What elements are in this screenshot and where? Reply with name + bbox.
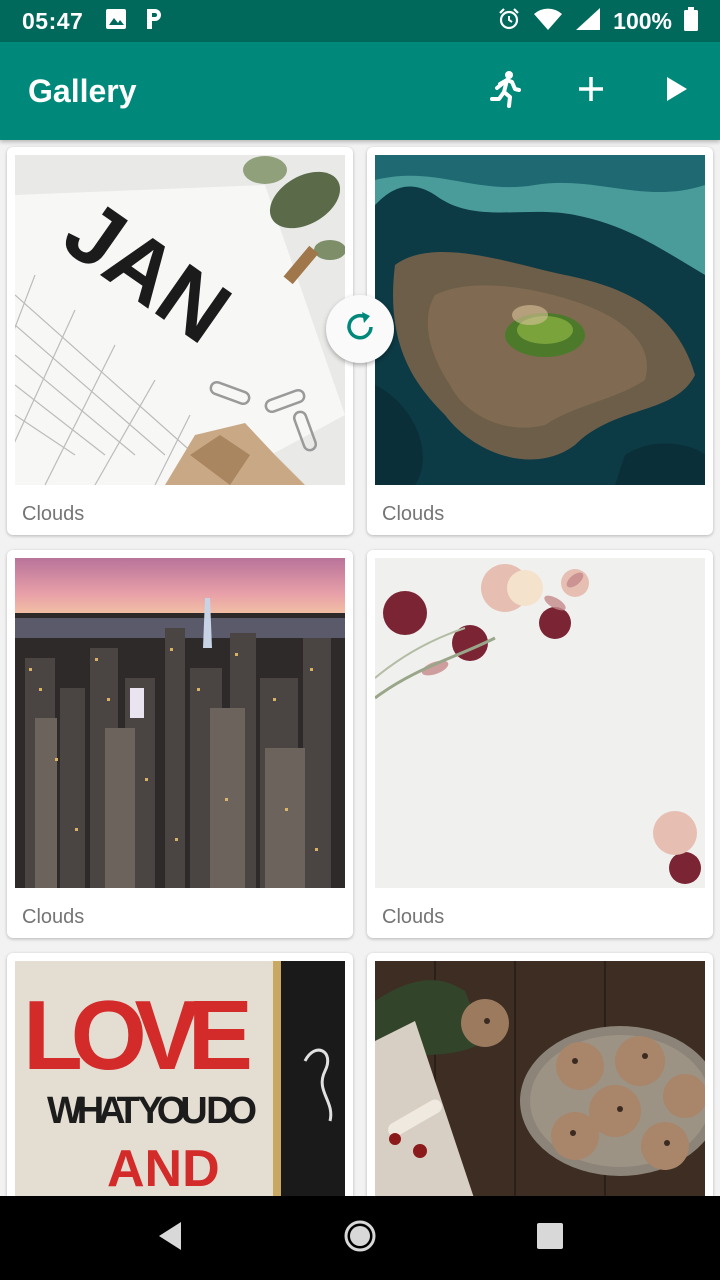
image-icon — [105, 8, 127, 35]
recents-button[interactable] — [520, 1208, 580, 1268]
gallery-card[interactable]: JAN Clouds — [7, 147, 353, 535]
status-time: 05:47 — [22, 7, 84, 34]
love-sign-photo: LOVE WHAT YOU DO AND — [15, 961, 345, 1196]
sign-line-and: AND — [107, 1140, 220, 1196]
status-bar: 05:47 100% — [0, 0, 720, 42]
battery-percent: 100% — [613, 7, 672, 34]
recents-icon — [536, 1222, 564, 1255]
home-button[interactable] — [330, 1208, 390, 1268]
calendar-jan-photo: JAN — [15, 155, 345, 485]
wifi-icon — [533, 7, 563, 36]
signal-icon — [575, 7, 601, 36]
refresh-icon — [342, 309, 378, 350]
back-button[interactable] — [140, 1208, 200, 1268]
gallery-card[interactable]: Clouds — [7, 550, 353, 938]
run-button[interactable] — [462, 42, 548, 140]
cookies-photo — [375, 961, 705, 1196]
page-title: Gallery — [28, 72, 137, 109]
navigation-bar — [0, 1196, 720, 1280]
flowers-photo — [375, 558, 705, 888]
play-icon — [665, 76, 689, 107]
parking-icon — [145, 8, 163, 35]
alarm-icon — [497, 7, 521, 36]
refresh-indicator — [326, 295, 394, 363]
sign-line-love: LOVE — [23, 980, 253, 1090]
gallery-grid: JAN Clouds Clouds Clouds Clouds LOVE WHA… — [0, 140, 720, 1196]
city-skyline-photo — [15, 558, 345, 888]
add-button[interactable] — [548, 42, 634, 140]
aerial-island-photo — [375, 155, 705, 485]
back-icon — [157, 1221, 183, 1256]
run-icon — [488, 70, 522, 113]
play-button[interactable] — [634, 42, 720, 140]
sign-line-what: WHAT YOU DO — [47, 1090, 257, 1132]
card-caption: Clouds — [382, 503, 445, 525]
home-icon — [343, 1219, 377, 1258]
gallery-card[interactable]: LOVE WHAT YOU DO AND — [7, 953, 353, 1196]
gallery-card[interactable]: Clouds — [367, 147, 713, 535]
app-bar: Gallery — [0, 42, 720, 140]
add-icon — [577, 75, 605, 108]
card-caption: Clouds — [382, 906, 445, 928]
card-caption: Clouds — [22, 503, 85, 525]
card-caption: Clouds — [22, 906, 85, 928]
battery-icon — [684, 6, 698, 36]
gallery-card[interactable] — [367, 953, 713, 1196]
gallery-card[interactable]: Clouds — [367, 550, 713, 938]
